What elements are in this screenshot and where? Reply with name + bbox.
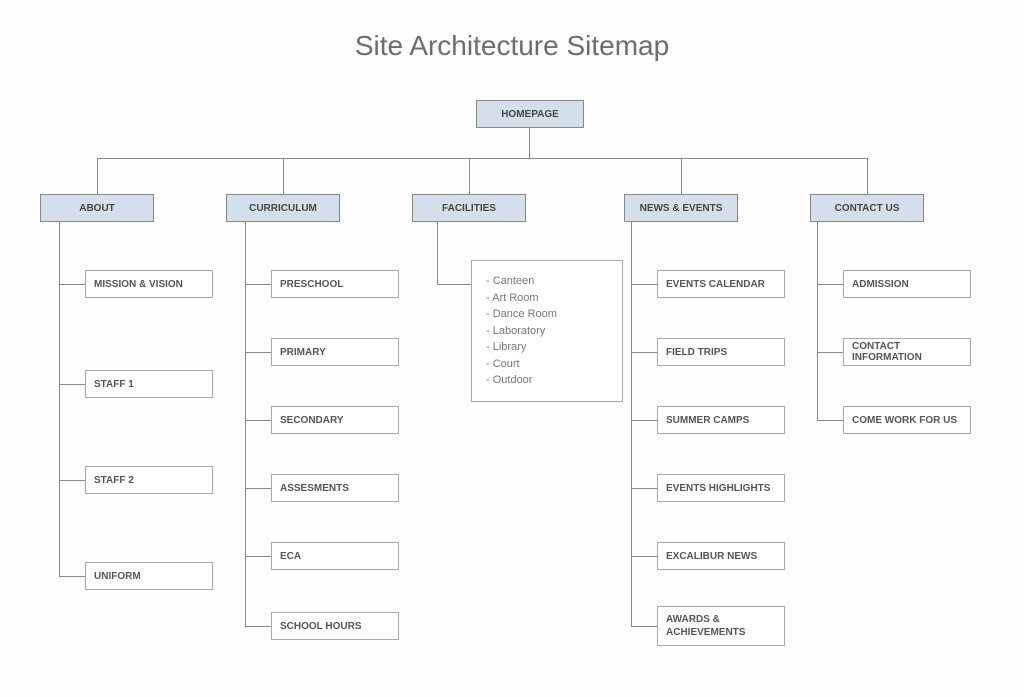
connector [245,488,271,489]
connector [245,352,271,353]
node-preschool: PRESCHOOL [271,270,399,298]
connector [59,384,85,385]
connector [437,222,438,284]
connector [631,626,657,627]
connector [245,626,271,627]
node-summer-camps: SUMMER CAMPS [657,406,785,434]
connector [97,158,867,159]
connector [437,284,471,285]
node-uniform: UNIFORM [85,562,213,590]
connector [817,352,843,353]
node-staff-1: STAFF 1 [85,370,213,398]
connector [817,222,818,420]
node-contact-us: CONTACT US [810,194,924,222]
node-events-calendar: EVENTS CALENDAR [657,270,785,298]
connector [631,556,657,557]
facility-item: - Laboratory [486,323,608,340]
node-staff-2: STAFF 2 [85,466,213,494]
node-homepage: HOMEPAGE [476,100,584,128]
node-curriculum: CURRICULUM [226,194,340,222]
facility-item: - Outdoor [486,372,608,389]
facility-item: - Library [486,339,608,356]
connector [59,284,85,285]
connector [681,158,682,194]
facility-item: - Court [486,356,608,373]
facility-item: - Dance Room [486,306,608,323]
connector [631,222,632,626]
node-secondary: SECONDARY [271,406,399,434]
connector [245,556,271,557]
node-assesments: ASSESMENTS [271,474,399,502]
node-mission-vision: MISSION & VISION [85,270,213,298]
node-eca: ECA [271,542,399,570]
connector [59,576,85,577]
node-excalibur-news: EXCALIBUR NEWS [657,542,785,570]
node-about: ABOUT [40,194,154,222]
diagram-title: Site Architecture Sitemap [0,0,1024,62]
connector [59,480,85,481]
connector [469,158,470,194]
connector [59,222,60,576]
node-primary: PRIMARY [271,338,399,366]
node-admission: ADMISSION [843,270,971,298]
connector [817,420,843,421]
facility-item: - Canteen [486,273,608,290]
connector [817,284,843,285]
connector [245,420,271,421]
node-field-trips: FIELD TRIPS [657,338,785,366]
connector [529,128,530,158]
node-school-hours: SCHOOL HOURS [271,612,399,640]
connector [245,284,271,285]
connector [283,158,284,194]
connector [631,352,657,353]
connector [245,222,246,626]
connector [631,488,657,489]
node-news-events: NEWS & EVENTS [624,194,738,222]
node-facilities-list: - Canteen - Art Room - Dance Room - Labo… [471,260,623,402]
node-events-highlights: EVENTS HIGHLIGHTS [657,474,785,502]
connector [631,420,657,421]
connector [867,158,868,194]
node-awards-achievements: AWARDS & ACHIEVEMENTS [657,606,785,646]
node-contact-information: CONTACT INFORMATION [843,338,971,366]
node-facilities: FACILITIES [412,194,526,222]
facility-item: - Art Room [486,290,608,307]
connector [97,158,98,194]
connector [631,284,657,285]
node-come-work-for-us: COME WORK FOR US [843,406,971,434]
